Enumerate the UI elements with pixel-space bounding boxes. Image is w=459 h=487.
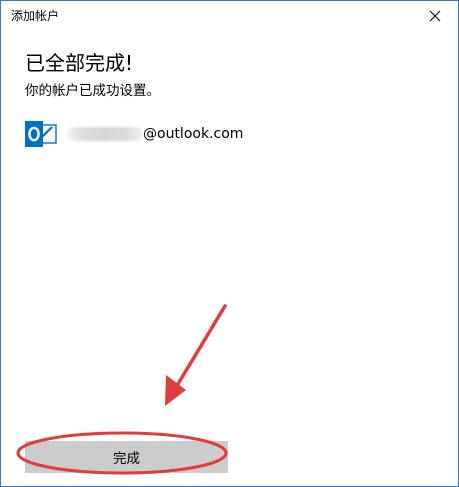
add-account-dialog: 添加帐户 已全部完成! 你的帐户已成功设置。 @outlook.com 完成 <box>0 0 459 487</box>
outlook-icon <box>25 119 57 149</box>
redacted-email-user <box>67 127 143 141</box>
window-title: 添加帐户 <box>11 9 60 23</box>
close-button[interactable] <box>412 1 458 31</box>
page-title: 已全部完成! <box>25 51 134 75</box>
page-subtitle: 你的帐户已成功设置。 <box>25 83 160 99</box>
account-email-domain: @outlook.com <box>143 126 244 142</box>
close-icon <box>429 10 441 22</box>
title-bar: 添加帐户 <box>1 1 458 31</box>
account-row: @outlook.com <box>25 119 243 149</box>
done-button[interactable]: 完成 <box>25 441 228 473</box>
